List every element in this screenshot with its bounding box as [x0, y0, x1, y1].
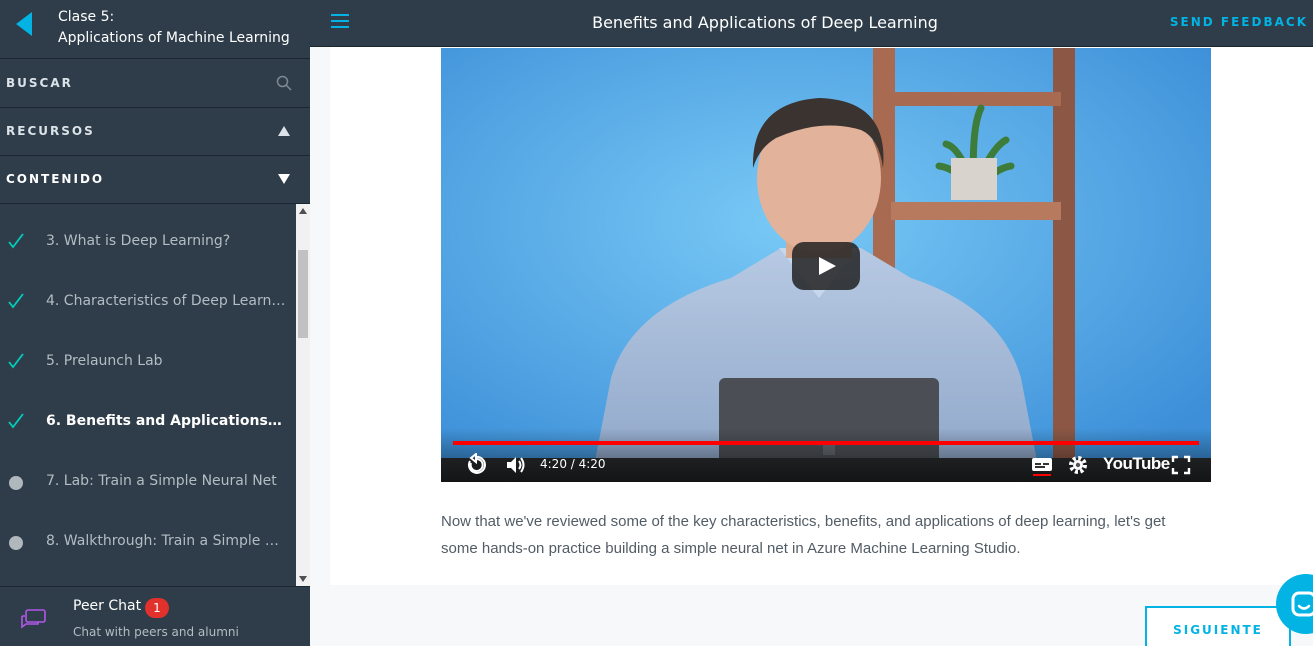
- notification-badge: 1: [145, 598, 169, 618]
- peer-chat-subtitle: Chat with peers and alumni: [73, 625, 239, 639]
- dot-icon: [9, 476, 23, 490]
- video-time: 4:20 / 4:20: [540, 457, 606, 471]
- lesson-header: Clase 5: Applications of Machine Learnin…: [0, 0, 310, 59]
- scroll-thumb[interactable]: [298, 250, 308, 338]
- lesson-list: 3. What is Deep Learning? 4. Characteris…: [0, 204, 296, 586]
- lesson-item[interactable]: 8. Walkthrough: Train a Simple Neural Ne…: [0, 508, 296, 568]
- video-player[interactable]: 4:20 / 4:20 YouTube: [441, 48, 1211, 482]
- lesson-item-active[interactable]: 6. Benefits and Applications of Deep Lea…: [0, 388, 296, 448]
- search-label: BUSCAR: [6, 76, 73, 90]
- checkmark-icon: [8, 293, 24, 309]
- volume-icon[interactable]: [504, 453, 528, 477]
- page-title: Benefits and Applications of Deep Learni…: [592, 13, 938, 32]
- content-label: CONTENIDO: [6, 172, 105, 186]
- fullscreen-icon[interactable]: [1169, 453, 1193, 477]
- peer-chat-title: Peer Chat: [73, 598, 142, 614]
- lesson-body-text: Now that we've reviewed some of the key …: [441, 513, 1166, 557]
- scroll-up-arrow-icon[interactable]: [299, 208, 307, 214]
- triangle-down-icon[interactable]: [276, 171, 292, 187]
- send-feedback-link[interactable]: SEND FEEDBACK: [1170, 15, 1308, 29]
- lesson-item[interactable]: 5. Prelaunch Lab: [0, 328, 296, 388]
- lesson-item-label: 6. Benefits and Applications of Deep Lea…: [46, 413, 286, 429]
- back-arrow-icon[interactable]: [14, 12, 36, 36]
- chat-bubbles-icon: [21, 609, 46, 629]
- top-bar: Benefits and Applications of Deep Learni…: [310, 0, 1313, 47]
- next-button[interactable]: SIGUIENTE: [1145, 606, 1291, 646]
- play-button-icon[interactable]: [792, 242, 860, 290]
- lesson-item[interactable]: 3. What is Deep Learning?: [0, 208, 296, 268]
- lesson-item[interactable]: 7. Lab: Train a Simple Neural Net: [0, 448, 296, 508]
- search-icon[interactable]: [276, 75, 292, 91]
- lesson-item-label: 8. Walkthrough: Train a Simple Neural Ne…: [46, 533, 286, 549]
- checkmark-icon: [8, 353, 24, 369]
- youtube-logo[interactable]: YouTube: [1103, 454, 1170, 474]
- checkmark-icon: [8, 413, 24, 429]
- lesson-item-label: 5. Prelaunch Lab: [46, 353, 163, 369]
- settings-gear-icon[interactable]: [1066, 453, 1090, 477]
- classroom-page: Clase 5: Applications of Machine Learnin…: [0, 0, 1313, 646]
- subtitles-icon[interactable]: [1030, 453, 1054, 477]
- resources-section[interactable]: RECURSOS: [0, 108, 310, 156]
- replay-icon[interactable]: [464, 453, 488, 477]
- triangle-up-icon[interactable]: [276, 123, 292, 139]
- lesson-list-scrollbar[interactable]: [296, 204, 310, 586]
- lesson-title[interactable]: Clase 5: Applications of Machine Learnin…: [58, 7, 290, 49]
- lesson-item-label: 4. Characteristics of Deep Learning: [46, 293, 286, 309]
- lesson-item[interactable]: 4. Characteristics of Deep Learning: [0, 268, 296, 328]
- dot-icon: [9, 536, 23, 550]
- search-section[interactable]: BUSCAR: [0, 60, 310, 108]
- lesson-list-container: 3. What is Deep Learning? 4. Characteris…: [0, 204, 310, 586]
- content-section[interactable]: CONTENIDO: [0, 156, 310, 204]
- controls-gradient: [441, 428, 1211, 482]
- sidebar: Clase 5: Applications of Machine Learnin…: [0, 0, 310, 646]
- lesson-name: Applications of Machine Learning: [58, 30, 290, 46]
- resources-label: RECURSOS: [6, 124, 95, 138]
- lesson-item-label: 3. What is Deep Learning?: [46, 233, 231, 249]
- checkmark-icon: [8, 233, 24, 249]
- lesson-number: Clase 5:: [58, 9, 115, 25]
- lesson-item-label: 7. Lab: Train a Simple Neural Net: [46, 473, 277, 489]
- chat-launcher-icon: [1291, 591, 1313, 617]
- video-progress-bar[interactable]: [453, 441, 1199, 445]
- peer-chat[interactable]: Peer Chat 1 Chat with peers and alumni: [0, 586, 310, 646]
- scroll-down-arrow-icon[interactable]: [299, 576, 307, 582]
